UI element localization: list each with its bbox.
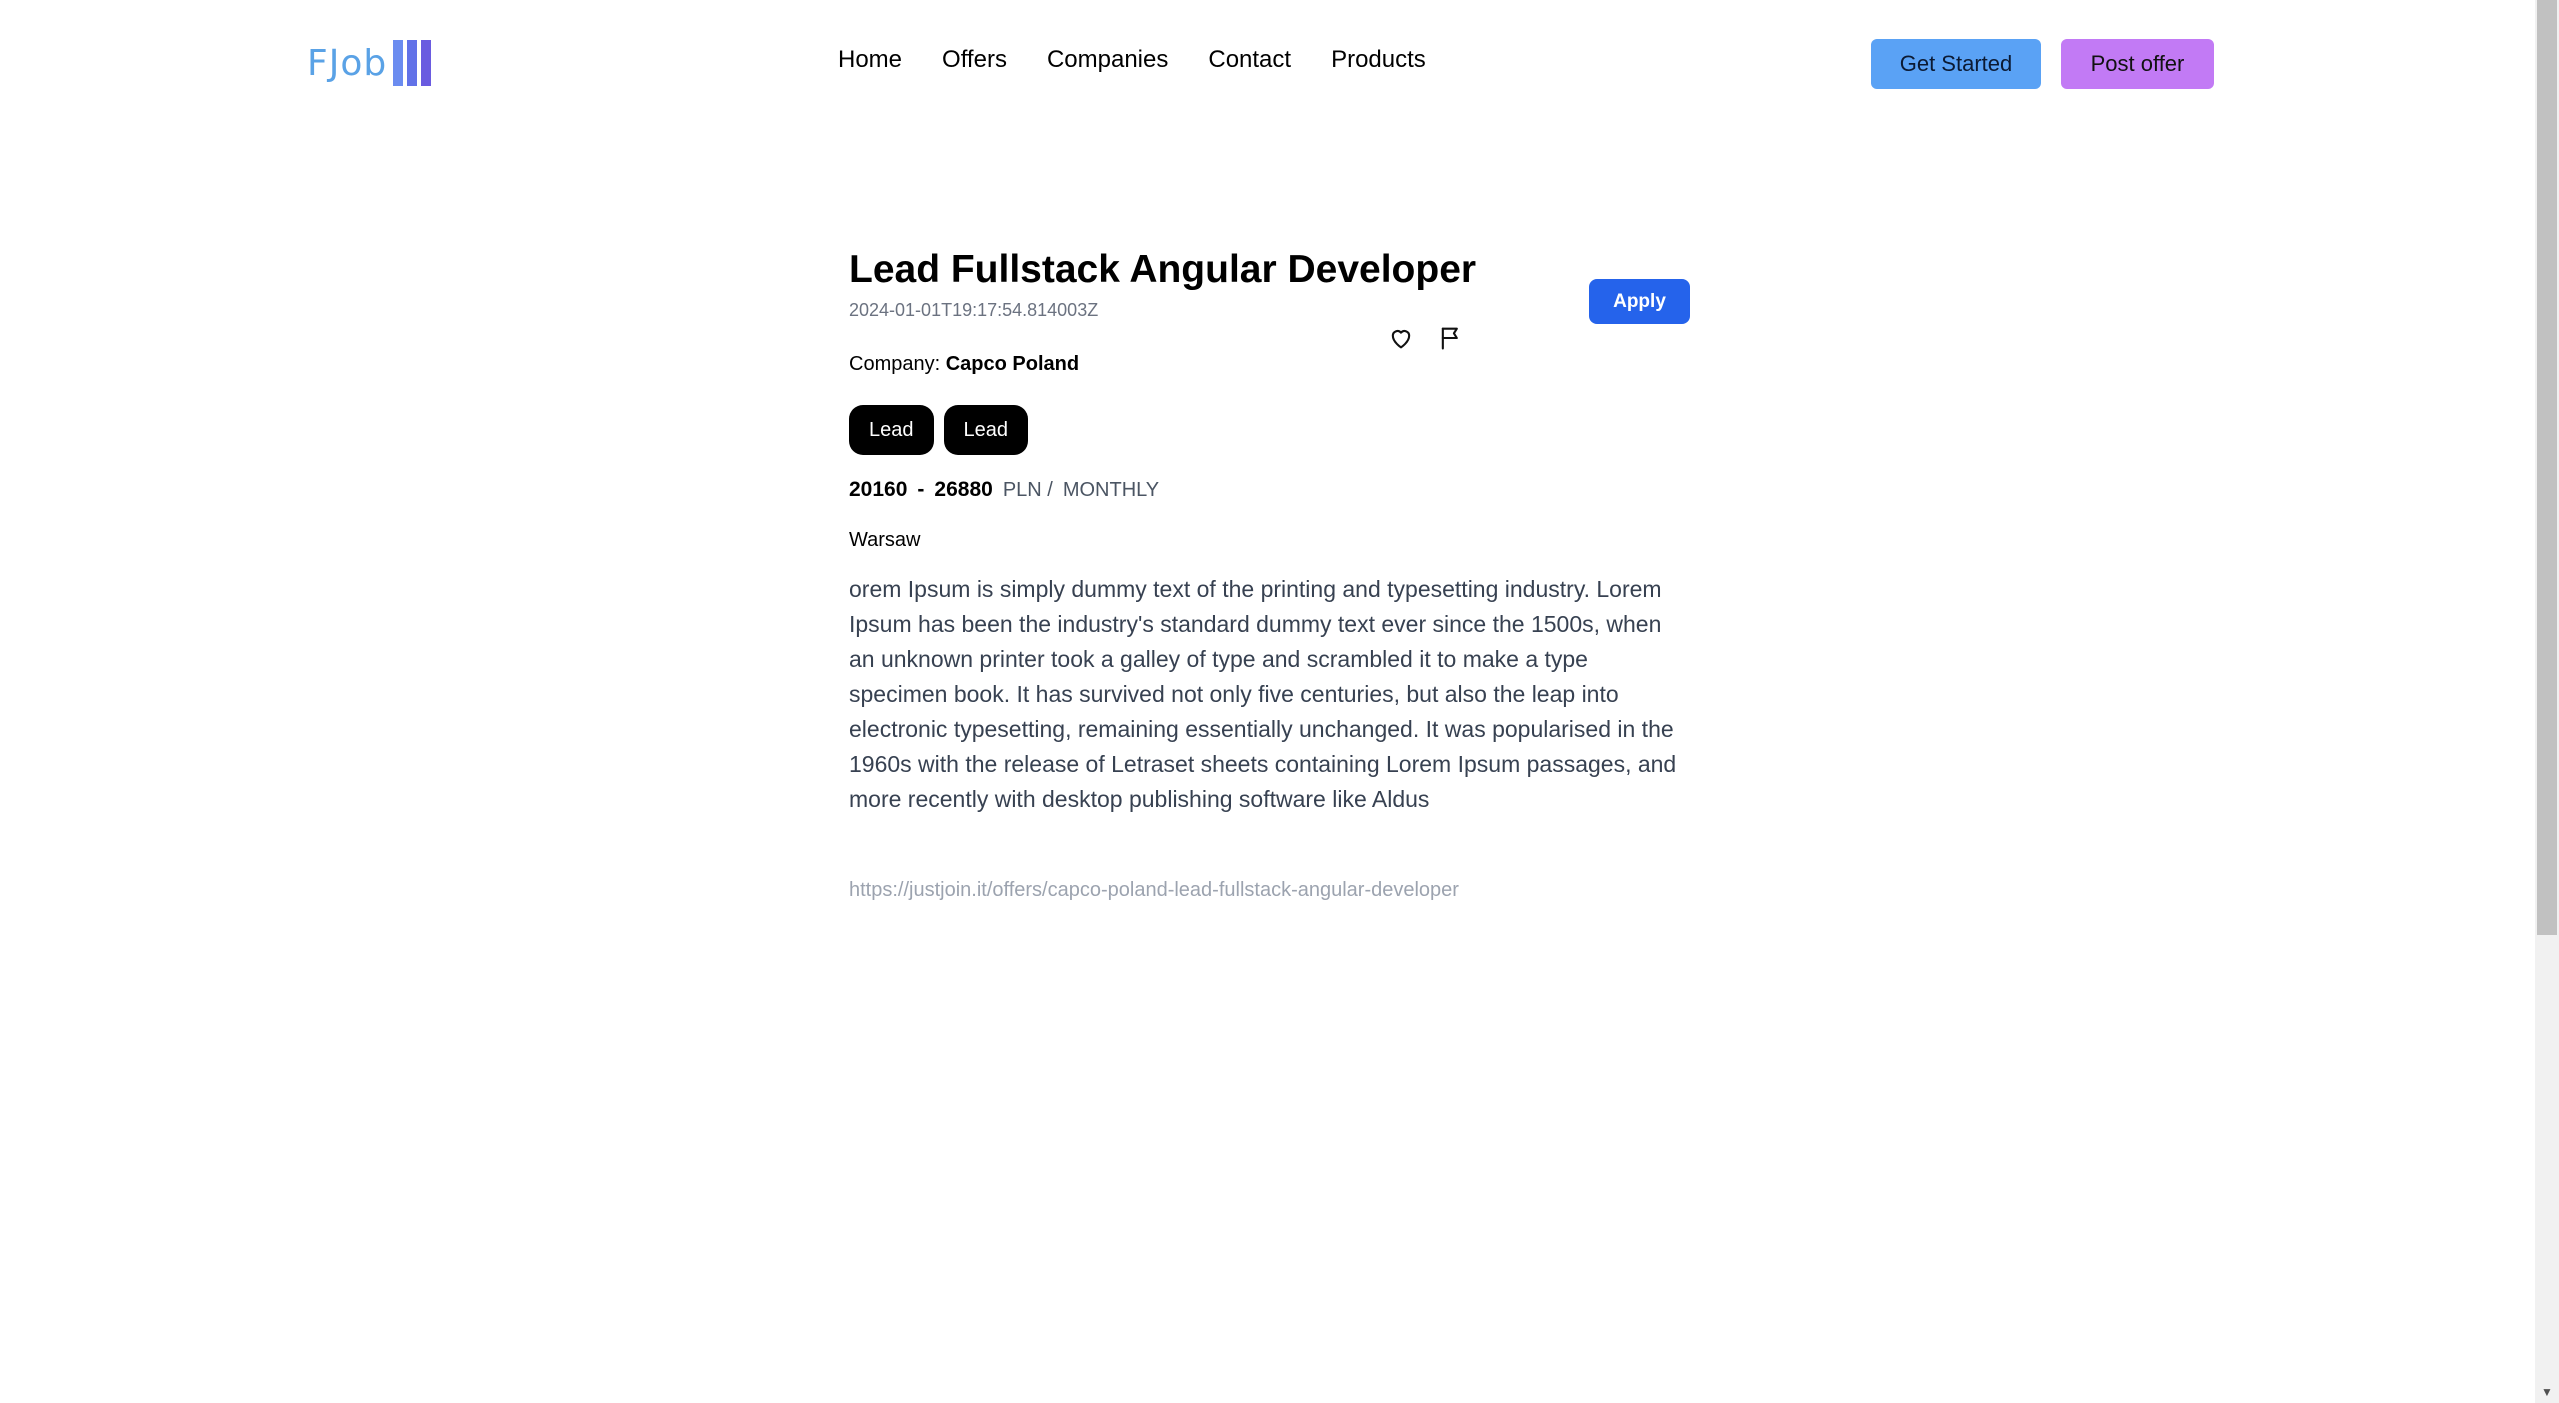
heart-icon[interactable] bbox=[1387, 324, 1415, 352]
scroll-down-arrow-icon[interactable]: ▼ bbox=[2535, 1381, 2559, 1403]
get-started-button[interactable]: Get Started bbox=[1871, 39, 2041, 89]
nav-companies[interactable]: Companies bbox=[1047, 46, 1168, 74]
company-name: Capco Poland bbox=[945, 353, 1080, 375]
tag-list: Lead Lead bbox=[849, 405, 1028, 455]
salary-range: 20160 - 26880 PLN / MONTHLY bbox=[849, 478, 1159, 502]
salary-period: MONTHLY bbox=[1062, 479, 1160, 501]
nav-offers[interactable]: Offers bbox=[942, 46, 1007, 74]
nav-contact[interactable]: Contact bbox=[1208, 46, 1291, 74]
tag-lead[interactable]: Lead bbox=[943, 405, 1028, 455]
salary-max: 26880 bbox=[934, 478, 993, 501]
salary-min: 20160 bbox=[849, 478, 908, 501]
logo[interactable]: FJob bbox=[307, 38, 432, 88]
vertical-scrollbar[interactable]: ▼ bbox=[2535, 0, 2559, 1403]
scrollbar-thumb[interactable] bbox=[2537, 0, 2557, 935]
offer-date: 2024-01-01T19:17:54.814003Z bbox=[849, 300, 1099, 320]
post-offer-button[interactable]: Post offer bbox=[2061, 39, 2214, 89]
salary-currency: PLN / bbox=[1002, 479, 1053, 501]
tag-lead[interactable]: Lead bbox=[849, 405, 934, 455]
offer-city: Warsaw bbox=[849, 529, 921, 551]
salary-separator: - bbox=[917, 478, 925, 501]
nav-products[interactable]: Products bbox=[1331, 46, 1426, 74]
offer-source-link[interactable]: https://justjoin.it/offers/capco-poland-… bbox=[849, 879, 1459, 902]
offer-description: orem Ipsum is simply dummy text of the p… bbox=[849, 576, 1677, 812]
flag-icon[interactable] bbox=[1437, 324, 1465, 352]
nav-home[interactable]: Home bbox=[838, 46, 902, 74]
logo-bars-icon bbox=[393, 40, 432, 86]
company-line: Company: Capco Poland bbox=[849, 353, 1079, 376]
offer-title: Lead Fullstack Angular Developer bbox=[849, 248, 1477, 291]
company-label: Company: bbox=[849, 353, 941, 375]
main-nav: Home Offers Companies Contact Products bbox=[838, 46, 1426, 74]
apply-button[interactable]: Apply bbox=[1589, 279, 1690, 324]
logo-text: FJob bbox=[307, 42, 388, 84]
